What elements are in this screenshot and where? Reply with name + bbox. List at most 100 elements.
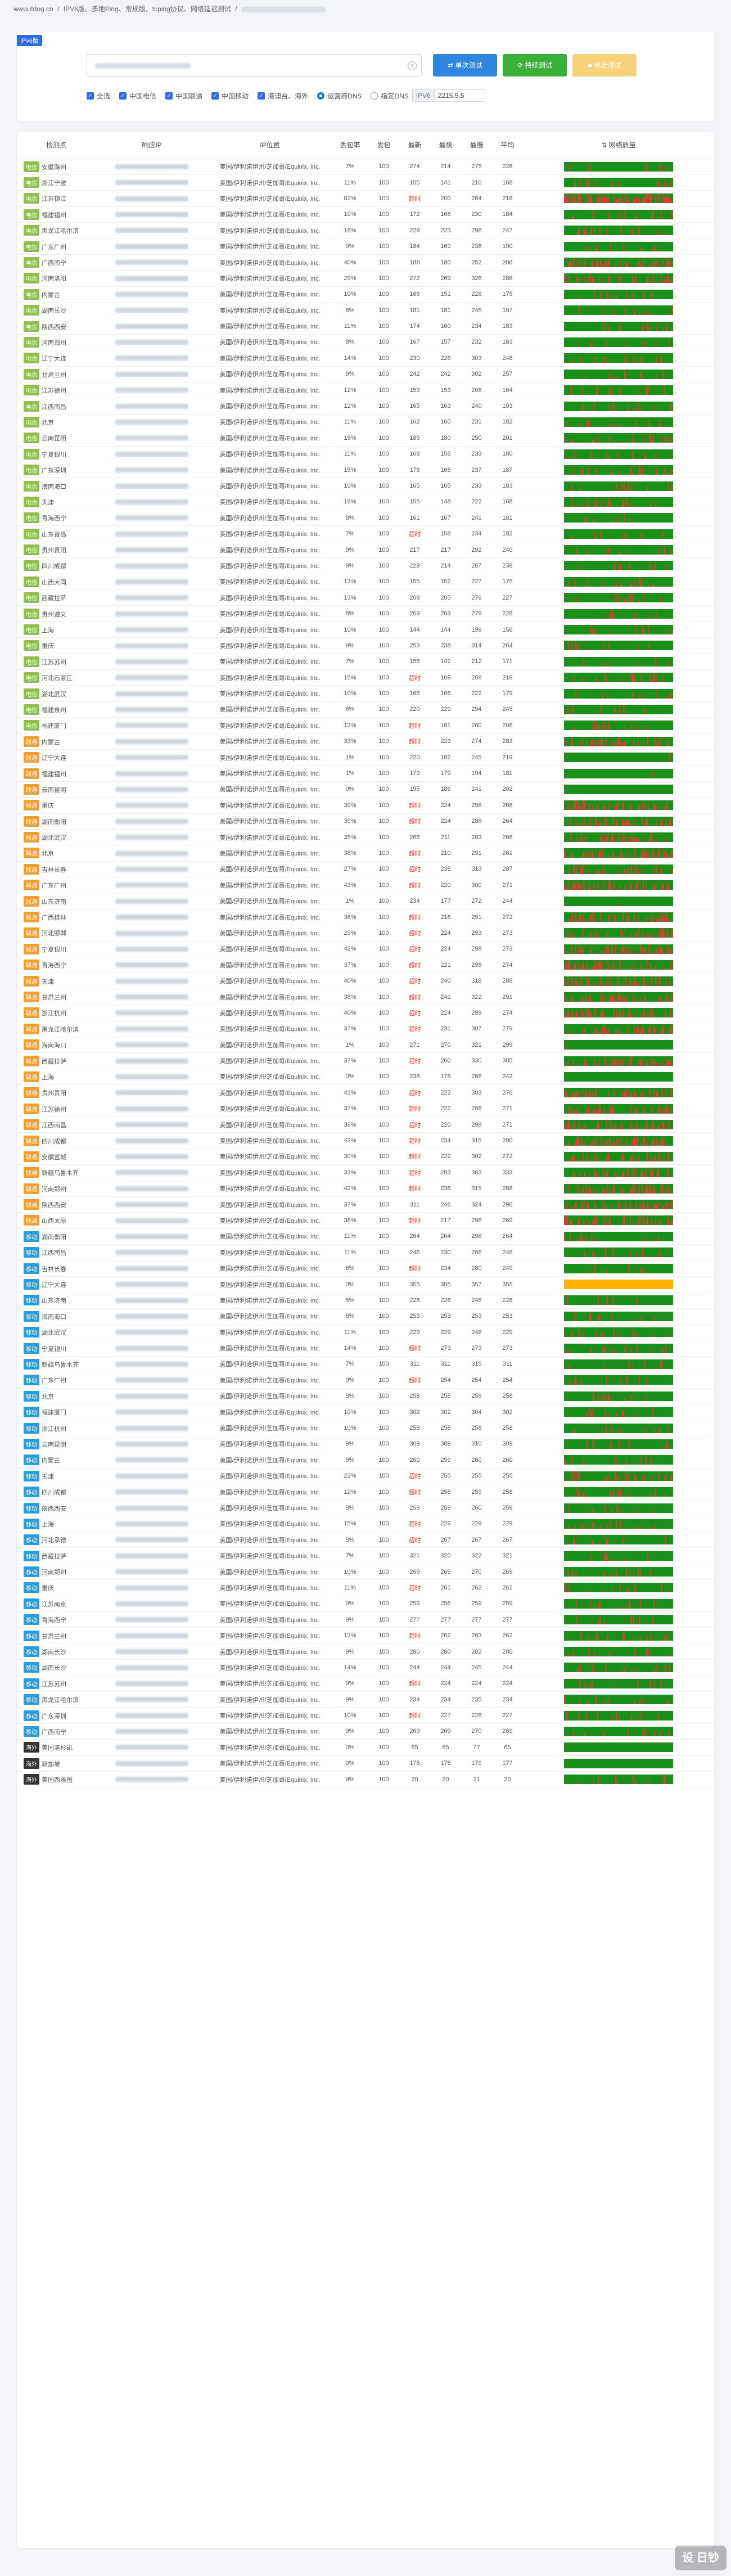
blurred-ip	[115, 1777, 188, 1782]
loss-tick	[671, 469, 673, 475]
response-ip	[96, 989, 208, 1006]
header-ip[interactable]: 响应IP	[96, 132, 208, 159]
latest-ms: 302	[399, 1404, 430, 1421]
loss-tick	[617, 516, 619, 523]
loss-tick	[622, 1010, 624, 1018]
table-row: 移动 宁夏银川 美国/伊利诺伊州/芝加哥/Equinix, Inc. 14% 100 超时…	[17, 1340, 714, 1357]
clear-icon[interactable]: ×	[408, 61, 417, 70]
site-link[interactable]: www.itdog.cn	[13, 5, 53, 13]
sent-count: 100	[368, 1260, 399, 1277]
average-ms: 206	[492, 254, 523, 271]
header-loss[interactable]: 丢包率	[332, 132, 368, 159]
checkbox-all[interactable]: ✓ 全选	[87, 91, 110, 101]
loss-tick	[633, 1095, 634, 1098]
response-ip	[96, 1276, 208, 1293]
table-row: 移动 上海 美国/伊利诺伊州/芝加哥/Equinix, Inc. 15% 100 超时 22…	[17, 1516, 714, 1533]
quality-cell	[523, 1244, 714, 1261]
loss-tick	[668, 1730, 670, 1736]
header-location[interactable]: IP位置	[208, 132, 332, 159]
blurred-ip	[115, 1345, 188, 1351]
loss-tick	[644, 1137, 646, 1146]
loss-tick	[625, 1398, 626, 1401]
response-ip	[96, 430, 208, 447]
header-sent[interactable]: 发包	[368, 132, 399, 159]
table-row: 移动 青海西宁 美国/伊利诺伊州/芝加哥/Equinix, Inc. 9% 100 277…	[17, 1611, 714, 1628]
loss-tick	[594, 1191, 595, 1194]
stop-test-button[interactable]: ■ 停止测试	[572, 54, 637, 76]
header-quality[interactable]: ⇅ 网络质量	[523, 132, 714, 159]
loss-tick	[619, 200, 620, 204]
radio-custom-dns[interactable]: 指定DNS IPV6 2215.5.5	[371, 89, 485, 102]
loss-tick	[638, 1616, 640, 1625]
node-name: 广东深圳	[42, 1713, 66, 1720]
loss-tick	[602, 849, 604, 858]
loss-tick	[590, 1142, 592, 1146]
checkbox-mobile[interactable]: ✓ 中国移动	[211, 91, 249, 101]
loss-tick	[565, 948, 566, 954]
average-ms: 183	[492, 334, 523, 351]
slowest-ms: 21	[461, 1771, 492, 1788]
loss-tick	[587, 1223, 589, 1226]
loss-tick	[601, 360, 602, 363]
radio-isp-dns[interactable]: 运营商DNS	[317, 91, 362, 101]
loss-tick	[671, 328, 673, 331]
loss-tick	[642, 1216, 644, 1226]
loss-tick	[638, 230, 640, 236]
header-node[interactable]: 检测点	[17, 132, 96, 159]
quality-bar	[564, 1519, 673, 1529]
checkbox-overseas[interactable]: ✓ 港澳台、海外	[258, 91, 308, 101]
header-slowest[interactable]: 最慢	[461, 132, 492, 159]
header-average[interactable]: 平均	[492, 132, 523, 159]
continuous-test-button[interactable]: ⟳ 持续测试	[503, 54, 567, 76]
loss-tick	[644, 1190, 646, 1194]
loss-tick	[666, 1633, 668, 1641]
ip-location: 美国/伊利诺伊州/芝加哥/Equinix, Inc.	[208, 190, 332, 207]
fastest-ms: 20	[430, 1771, 461, 1788]
latest-ms: 超时	[399, 1212, 430, 1229]
loss-tick	[631, 1395, 633, 1401]
header-fastest[interactable]: 最快	[430, 132, 461, 159]
ip-location: 美国/伊利诺伊州/芝加哥/Equinix, Inc.	[208, 206, 332, 223]
loss-tick	[638, 928, 639, 938]
loss-tick	[613, 195, 615, 204]
loss-tick	[671, 485, 673, 491]
loss-tick	[593, 519, 594, 523]
loss-tick	[634, 1091, 635, 1098]
loss-tick	[646, 726, 647, 731]
loss-tick	[609, 1415, 611, 1417]
loss-tick	[666, 321, 668, 331]
loss-tick	[619, 855, 620, 858]
fastest-ms: 211	[430, 829, 461, 846]
response-ip	[96, 302, 208, 319]
loss-tick	[651, 1156, 652, 1161]
target-input[interactable]: ×	[87, 54, 422, 76]
loss-tick	[599, 1525, 601, 1529]
loss-tick	[609, 387, 611, 395]
quality-bar	[564, 1008, 673, 1018]
loss-tick	[613, 883, 615, 890]
loss-tick	[653, 1334, 655, 1337]
loss-tick	[595, 1136, 597, 1146]
checkbox-unicom[interactable]: ✓ 中国联通	[165, 91, 202, 101]
loss-tick	[646, 916, 647, 922]
sent-count: 100	[368, 1196, 399, 1213]
loss-tick	[575, 182, 576, 188]
average-ms: 65	[492, 1739, 523, 1756]
node-cell: 移动 湖南长沙	[17, 1643, 96, 1660]
fastest-ms: 238	[430, 861, 461, 878]
loss-tick	[580, 976, 582, 986]
loss-tick	[634, 866, 636, 874]
loss-tick	[631, 1154, 633, 1161]
sent-count: 100	[368, 1005, 399, 1021]
loss-tick	[662, 1184, 664, 1194]
header-latest[interactable]: 最新	[399, 132, 430, 159]
quality-icon: ⇅	[601, 141, 607, 150]
dns-input[interactable]: IPV6 2215.5.5	[412, 89, 485, 102]
single-test-button[interactable]: ⇄ 单次测试	[433, 54, 497, 76]
loss-tick	[605, 1188, 607, 1194]
checkbox-telecom[interactable]: ✓ 中国电信	[119, 91, 156, 101]
fastest-ms: 242	[430, 366, 461, 382]
table-row: 移动 浙江杭州 美国/伊利诺伊州/芝加哥/Equinix, Inc. 10% 100 25…	[17, 1420, 714, 1436]
loss-tick	[642, 945, 643, 954]
loss-tick	[664, 1493, 666, 1497]
